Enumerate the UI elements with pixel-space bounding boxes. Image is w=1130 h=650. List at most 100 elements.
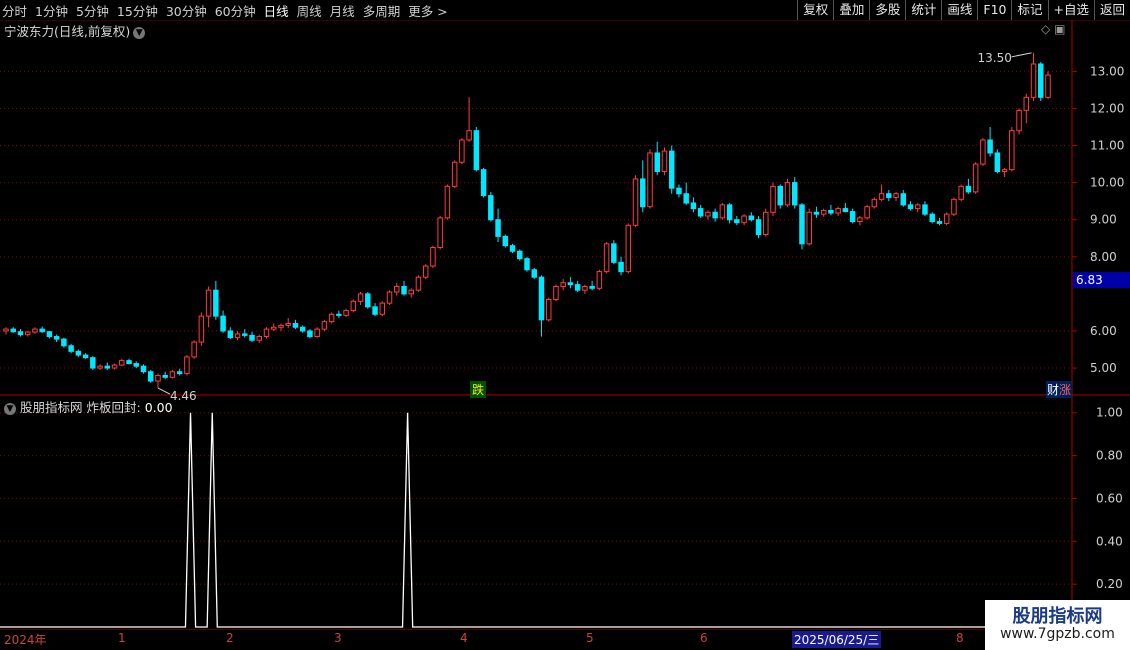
indicator-tick-label: 0.60 — [1096, 491, 1123, 505]
diamond-icon[interactable]: ◇ — [1041, 22, 1050, 36]
watermark-title: 股朋指标网 — [1012, 606, 1103, 627]
candle-body — [668, 150, 675, 189]
candle — [111, 363, 118, 370]
candle — [307, 329, 313, 339]
candle-body — [111, 364, 118, 369]
candle — [68, 343, 74, 354]
candle — [10, 327, 16, 333]
candle — [321, 319, 328, 331]
candle — [191, 340, 197, 359]
candle-body — [459, 139, 465, 163]
watermark-url: www.7gpzb.com — [1000, 626, 1115, 642]
candle-body — [184, 356, 190, 375]
candle-body — [104, 365, 111, 369]
candle-body — [10, 328, 16, 333]
candle-body — [379, 302, 386, 315]
candle — [835, 206, 841, 216]
candle-body — [140, 365, 147, 373]
candle-body — [227, 330, 234, 339]
candle — [357, 292, 364, 305]
cursor-date-label: 2025/06/25/三 — [792, 631, 882, 648]
candle-body — [734, 219, 740, 224]
date-label: 8 — [956, 631, 964, 645]
candle-body — [213, 289, 219, 317]
kline-chart[interactable]: 1.000.800.600.400.20 13.0012.0011.0010.0… — [0, 0, 1130, 650]
chevron-down-icon[interactable]: ▼ — [4, 402, 16, 415]
candle — [936, 217, 943, 226]
finance-tag[interactable]: 财涨 — [1046, 381, 1073, 398]
candle — [741, 214, 747, 226]
candle-body — [422, 265, 429, 278]
candle — [668, 145, 675, 194]
candle — [972, 162, 979, 194]
candle — [473, 127, 480, 172]
price-tick-label: 6.00 — [1090, 324, 1117, 338]
candle-body — [249, 334, 255, 341]
candle — [444, 184, 451, 220]
candle-body — [943, 213, 950, 224]
candle — [126, 358, 132, 365]
candle-body — [625, 224, 632, 273]
candle — [791, 177, 798, 209]
candle — [328, 312, 335, 324]
candle — [886, 190, 892, 202]
candle — [755, 216, 762, 239]
candle-body — [813, 211, 820, 215]
candle-body — [690, 202, 697, 210]
candle — [697, 204, 704, 218]
chart-corner-icons: ◇ ▣ — [1041, 22, 1065, 36]
panel-toggle-icon[interactable]: ▣ — [1054, 22, 1065, 36]
candle-body — [857, 217, 863, 223]
candle-body — [611, 243, 617, 263]
candle — [929, 212, 935, 224]
indicator-series-label: 炸板回封: — [86, 400, 141, 415]
candle — [777, 184, 784, 209]
candle — [763, 208, 769, 237]
candle — [900, 190, 907, 207]
limit-up-tag[interactable]: 涨 — [1059, 383, 1071, 397]
indicator-line — [0, 412, 1072, 628]
candle — [140, 364, 147, 374]
candle-body — [951, 198, 957, 215]
candle-body — [39, 328, 45, 333]
candle — [401, 280, 407, 296]
low-price-label: 4.46 — [170, 389, 197, 403]
candle-body — [531, 269, 537, 278]
candle — [386, 290, 393, 305]
candle — [994, 149, 1001, 174]
high-price-label: 13.50 — [978, 51, 1012, 65]
chevron-down-icon[interactable]: ▼ — [133, 26, 146, 39]
candle-body — [755, 219, 762, 236]
candle-body — [220, 315, 226, 332]
candle-body — [871, 198, 878, 208]
candle — [299, 325, 306, 333]
candle — [408, 288, 414, 298]
candle-body — [589, 285, 595, 289]
candle — [676, 184, 682, 198]
candle — [1045, 71, 1051, 100]
candle-body — [770, 185, 776, 213]
candle-body — [545, 298, 552, 321]
candle — [509, 243, 516, 254]
candle — [61, 337, 67, 348]
chart-title: 宁波东力(日线,前复权) ▼ — [4, 21, 146, 40]
candle-body — [408, 289, 414, 295]
candle — [343, 308, 349, 317]
candle — [922, 201, 928, 216]
candle-body — [907, 204, 914, 210]
candle-body — [965, 185, 972, 193]
candle — [915, 203, 921, 213]
candle-body — [97, 365, 103, 369]
candle — [632, 175, 639, 228]
candle — [871, 197, 878, 209]
candle-body — [806, 211, 812, 245]
candle — [249, 331, 255, 343]
candle — [270, 323, 277, 331]
candle-body — [3, 328, 9, 332]
candle-body — [1030, 63, 1037, 98]
limit-down-tag[interactable]: 跌 — [470, 381, 487, 398]
candle — [987, 127, 993, 157]
indicator-tick-label: 0.80 — [1096, 449, 1123, 463]
price-tick-label: 8.00 — [1090, 250, 1117, 264]
candle-body — [205, 289, 212, 317]
